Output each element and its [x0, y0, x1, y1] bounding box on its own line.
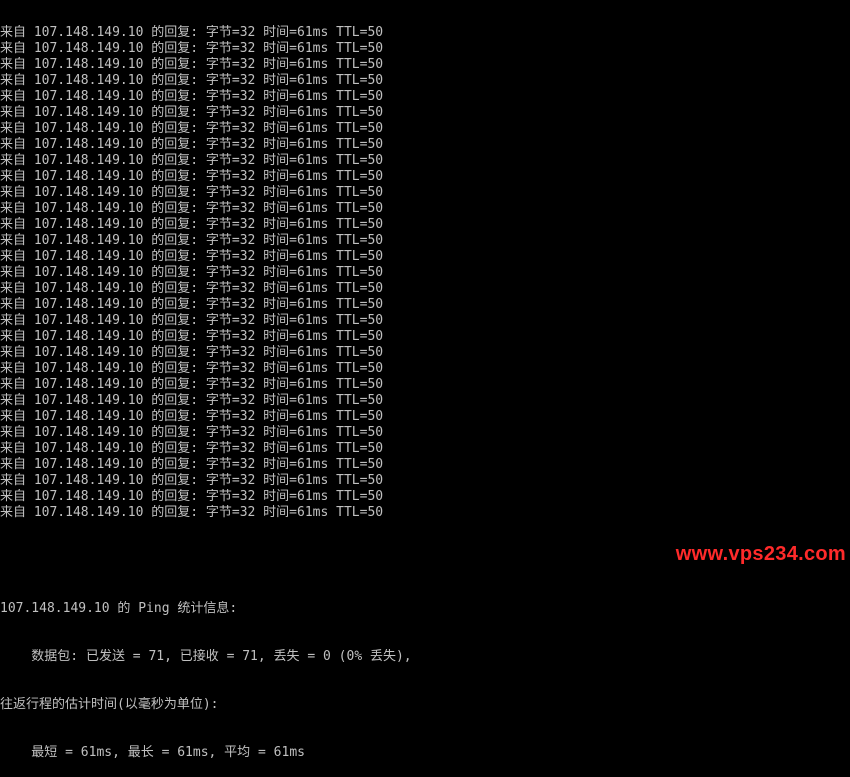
- reply-line: 来自 107.148.149.10 的回复: 字节=32 时间=61ms TTL…: [0, 361, 384, 376]
- reply-line: 来自 107.148.149.10 的回复: 字节=32 时间=61ms TTL…: [0, 377, 384, 392]
- reply-line: 来自 107.148.149.10 的回复: 字节=32 时间=61ms TTL…: [0, 441, 384, 456]
- reply-line: 来自 107.148.149.10 的回复: 字节=32 时间=61ms TTL…: [0, 105, 384, 120]
- reply-list: 来自 107.148.149.10 的回复: 字节=32 时间=61ms TTL…: [0, 25, 850, 521]
- reply-line: 来自 107.148.149.10 的回复: 字节=32 时间=61ms TTL…: [0, 473, 384, 488]
- reply-line: 来自 107.148.149.10 的回复: 字节=32 时间=61ms TTL…: [0, 281, 384, 296]
- stats-header: 107.148.149.10 的 Ping 统计信息:: [0, 601, 238, 616]
- reply-line: 来自 107.148.149.10 的回复: 字节=32 时间=61ms TTL…: [0, 345, 384, 360]
- console-output: 来自 107.148.149.10 的回复: 字节=32 时间=61ms TTL…: [0, 0, 850, 777]
- reply-line: 来自 107.148.149.10 的回复: 字节=32 时间=61ms TTL…: [0, 489, 384, 504]
- reply-line: 来自 107.148.149.10 的回复: 字节=32 时间=61ms TTL…: [0, 329, 384, 344]
- reply-line: 来自 107.148.149.10 的回复: 字节=32 时间=61ms TTL…: [0, 313, 384, 328]
- reply-line: 来自 107.148.149.10 的回复: 字节=32 时间=61ms TTL…: [0, 89, 384, 104]
- reply-line: 来自 107.148.149.10 的回复: 字节=32 时间=61ms TTL…: [0, 409, 384, 424]
- reply-line: 来自 107.148.149.10 的回复: 字节=32 时间=61ms TTL…: [0, 169, 384, 184]
- reply-line: 来自 107.148.149.10 的回复: 字节=32 时间=61ms TTL…: [0, 185, 384, 200]
- watermark-text: www.vps234.com: [675, 543, 846, 565]
- reply-line: 来自 107.148.149.10 的回复: 字节=32 时间=61ms TTL…: [0, 57, 384, 72]
- reply-line: 来自 107.148.149.10 的回复: 字节=32 时间=61ms TTL…: [0, 201, 384, 216]
- rtt-header: 往返行程的估计时间(以毫秒为单位):: [0, 697, 219, 712]
- reply-line: 来自 107.148.149.10 的回复: 字节=32 时间=61ms TTL…: [0, 137, 384, 152]
- reply-line: 来自 107.148.149.10 的回复: 字节=32 时间=61ms TTL…: [0, 153, 384, 168]
- reply-line: 来自 107.148.149.10 的回复: 字节=32 时间=61ms TTL…: [0, 41, 384, 56]
- rtt-summary: 最短 = 61ms, 最长 = 61ms, 平均 = 61ms: [0, 745, 305, 760]
- reply-line: 来自 107.148.149.10 的回复: 字节=32 时间=61ms TTL…: [0, 393, 384, 408]
- reply-line: 来自 107.148.149.10 的回复: 字节=32 时间=61ms TTL…: [0, 233, 384, 248]
- reply-line: 来自 107.148.149.10 的回复: 字节=32 时间=61ms TTL…: [0, 297, 384, 312]
- reply-line: 来自 107.148.149.10 的回复: 字节=32 时间=61ms TTL…: [0, 249, 384, 264]
- reply-line: 来自 107.148.149.10 的回复: 字节=32 时间=61ms TTL…: [0, 265, 384, 280]
- reply-line: 来自 107.148.149.10 的回复: 字节=32 时间=61ms TTL…: [0, 217, 384, 232]
- packets-summary: 数据包: 已发送 = 71, 已接收 = 71, 丢失 = 0 (0% 丢失),: [0, 649, 412, 664]
- reply-line: 来自 107.148.149.10 的回复: 字节=32 时间=61ms TTL…: [0, 425, 384, 440]
- reply-line: 来自 107.148.149.10 的回复: 字节=32 时间=61ms TTL…: [0, 121, 384, 136]
- reply-line: 来自 107.148.149.10 的回复: 字节=32 时间=61ms TTL…: [0, 457, 384, 472]
- reply-line: 来自 107.148.149.10 的回复: 字节=32 时间=61ms TTL…: [0, 73, 384, 88]
- reply-line: 来自 107.148.149.10 的回复: 字节=32 时间=61ms TTL…: [0, 505, 384, 520]
- reply-line: 来自 107.148.149.10 的回复: 字节=32 时间=61ms TTL…: [0, 25, 384, 40]
